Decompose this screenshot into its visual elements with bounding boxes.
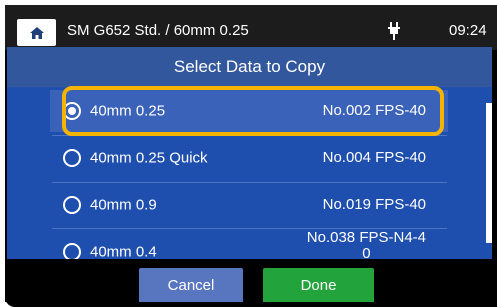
home-button[interactable]	[17, 19, 56, 46]
option-code: No.004 FPS-40	[322, 149, 426, 166]
radio-empty-icon[interactable]	[63, 149, 81, 167]
option-label: 40mm 0.9	[90, 196, 157, 214]
top-bar: SM G652 Std. / 60mm 0.25 09:24	[5, 5, 497, 50]
radio-empty-icon[interactable]	[63, 243, 81, 259]
option-label: 40mm 0.25 Quick	[90, 149, 208, 167]
clock: 09:24	[449, 22, 487, 39]
list-item[interactable]: 40mm 0.4 No.038 FPS-N4-4 0	[50, 232, 448, 259]
done-button[interactable]: Done	[263, 268, 374, 302]
option-code-line2: 0	[362, 245, 371, 260]
cancel-button[interactable]: Cancel	[139, 268, 243, 302]
selection-highlight	[62, 86, 444, 136]
list-item[interactable]: 40mm 0.9 No.019 FPS-40	[50, 184, 448, 226]
divider	[52, 182, 447, 183]
bottom-bar	[5, 259, 497, 302]
option-code: No.019 FPS-40	[322, 196, 426, 213]
dialog-title: Select Data to Copy	[7, 47, 492, 87]
radio-empty-icon[interactable]	[63, 196, 81, 214]
header-title: SM G652 Std. / 60mm 0.25	[67, 22, 249, 39]
list-item[interactable]: 40mm 0.25 Quick No.004 FPS-40	[50, 137, 448, 179]
scrollbar[interactable]	[486, 103, 492, 243]
home-icon	[29, 26, 44, 39]
option-label: 40mm 0.4	[90, 243, 157, 260]
option-code-line1: No.038 FPS-N4-4	[306, 232, 426, 246]
plug-icon	[388, 22, 400, 40]
divider	[52, 228, 447, 229]
option-code: No.038 FPS-N4-4 0	[307, 232, 426, 259]
